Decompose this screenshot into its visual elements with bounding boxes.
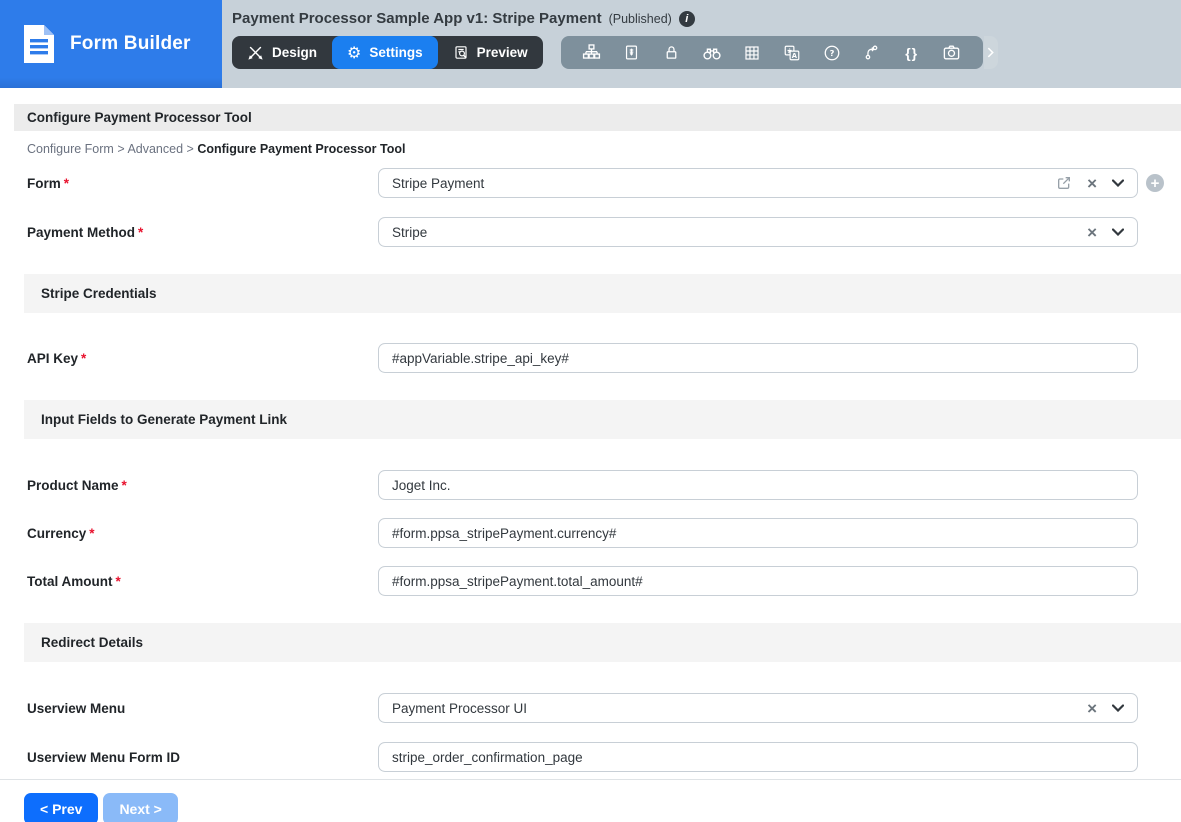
- api-key-input[interactable]: [378, 343, 1138, 373]
- tab-settings[interactable]: ⚙ Settings: [332, 36, 438, 69]
- settings-gear-icon: ⚙: [347, 42, 362, 62]
- required-marker: *: [63, 175, 70, 191]
- form-select[interactable]: Stripe Payment ×: [378, 168, 1138, 198]
- currency-input[interactable]: [378, 518, 1138, 548]
- form-builder-logo[interactable]: Form Builder: [0, 0, 222, 88]
- product-name-label: Product Name *: [27, 477, 127, 493]
- svg-text:A: A: [791, 52, 797, 60]
- required-marker: *: [89, 525, 95, 541]
- total-amount-input[interactable]: [378, 566, 1138, 596]
- translate-icon[interactable]: A: [772, 36, 812, 69]
- tab-design[interactable]: Design: [232, 36, 332, 69]
- more-chevron-icon[interactable]: [983, 36, 998, 69]
- required-marker: *: [115, 573, 121, 589]
- preview-icon: [453, 44, 469, 61]
- add-form-button[interactable]: +: [1146, 174, 1164, 192]
- document-icon: [24, 25, 54, 63]
- chevron-down-icon[interactable]: [1112, 228, 1124, 236]
- breadcrumb: Configure Form > Advanced > Configure Pa…: [27, 142, 406, 156]
- required-marker: *: [138, 224, 144, 240]
- form-field-label: Form *: [27, 175, 70, 191]
- product-name-input[interactable]: [378, 470, 1138, 500]
- svg-text:?: ?: [829, 48, 834, 58]
- wizard-footer: < Prev Next >: [0, 779, 1181, 822]
- userview-menu-select[interactable]: Payment Processor UI ×: [378, 693, 1138, 723]
- breadcrumb-configure-form[interactable]: Configure Form: [27, 142, 114, 156]
- chevron-down-icon[interactable]: [1112, 704, 1124, 712]
- braces-icon[interactable]: {}: [892, 36, 932, 69]
- chevron-down-icon[interactable]: [1112, 179, 1124, 187]
- prev-button[interactable]: < Prev: [24, 793, 99, 822]
- tab-preview[interactable]: Preview: [438, 36, 543, 69]
- tab-settings-label: Settings: [369, 45, 423, 60]
- lock-icon[interactable]: [652, 36, 692, 69]
- git-branch-icon[interactable]: [852, 36, 892, 69]
- payment-method-field-row: Payment Method * Stripe ×: [27, 217, 1138, 247]
- userview-menu-select-value: Payment Processor UI: [392, 700, 528, 716]
- form-select-value: Stripe Payment: [392, 175, 485, 191]
- userview-menu-form-id-label: Userview Menu Form ID: [27, 749, 181, 765]
- design-icon: [247, 44, 264, 61]
- total-amount-label: Total Amount *: [27, 573, 121, 589]
- breadcrumb-current: Configure Payment Processor Tool: [197, 142, 406, 156]
- open-form-icon[interactable]: [1056, 175, 1072, 191]
- page-title: Payment Processor Sample App v1: Stripe …: [232, 10, 602, 27]
- grid-icon[interactable]: [732, 36, 772, 69]
- section-stripe-credentials: Stripe Credentials: [24, 274, 1181, 313]
- section-input-fields: Input Fields to Generate Payment Link: [24, 400, 1181, 439]
- clear-icon[interactable]: ×: [1087, 700, 1097, 717]
- clear-icon[interactable]: ×: [1087, 175, 1097, 192]
- api-key-label: API Key *: [27, 350, 87, 366]
- payment-method-label: Payment Method *: [27, 224, 144, 240]
- total-amount-field-row: Total Amount *: [27, 566, 1138, 596]
- payment-method-select-value: Stripe: [392, 224, 428, 240]
- next-button[interactable]: Next >: [103, 793, 178, 822]
- builder-tab-group: Design ⚙ Settings Preview: [232, 36, 543, 69]
- config-section-title: Configure Payment Processor Tool: [14, 104, 1181, 131]
- info-icon[interactable]: i: [678, 10, 695, 27]
- form-field-row: Form * Stripe Payment × +: [27, 168, 1164, 198]
- userview-menu-form-id-input[interactable]: [378, 742, 1138, 772]
- breadcrumb-advanced[interactable]: Advanced: [127, 142, 183, 156]
- section-redirect-details: Redirect Details: [24, 623, 1181, 662]
- required-marker: *: [81, 350, 87, 366]
- help-icon[interactable]: ?: [812, 36, 852, 69]
- userview-menu-form-id-field-row: Userview Menu Form ID: [27, 742, 1138, 772]
- required-marker: *: [121, 477, 127, 493]
- api-key-field-row: API Key *: [27, 343, 1138, 373]
- userview-menu-label: Userview Menu: [27, 700, 126, 716]
- published-badge: (Published): [608, 11, 672, 26]
- camera-icon[interactable]: [932, 36, 972, 69]
- currency-field-row: Currency *: [27, 518, 1138, 548]
- clear-icon[interactable]: ×: [1087, 224, 1097, 241]
- sitemap-icon[interactable]: [572, 36, 612, 69]
- form-properties-icon[interactable]: [612, 36, 652, 69]
- tab-preview-label: Preview: [476, 45, 528, 60]
- builder-toolbar: A ? {}: [560, 36, 983, 69]
- product-name-field-row: Product Name *: [27, 470, 1138, 500]
- app-header: Form Builder Payment Processor Sample Ap…: [0, 0, 1181, 88]
- binoculars-icon[interactable]: [692, 36, 732, 69]
- payment-method-select[interactable]: Stripe ×: [378, 217, 1138, 247]
- tab-design-label: Design: [272, 45, 318, 60]
- currency-label: Currency *: [27, 525, 95, 541]
- logo-title: Form Builder: [70, 33, 191, 54]
- userview-menu-field-row: Userview Menu Payment Processor UI ×: [27, 693, 1138, 723]
